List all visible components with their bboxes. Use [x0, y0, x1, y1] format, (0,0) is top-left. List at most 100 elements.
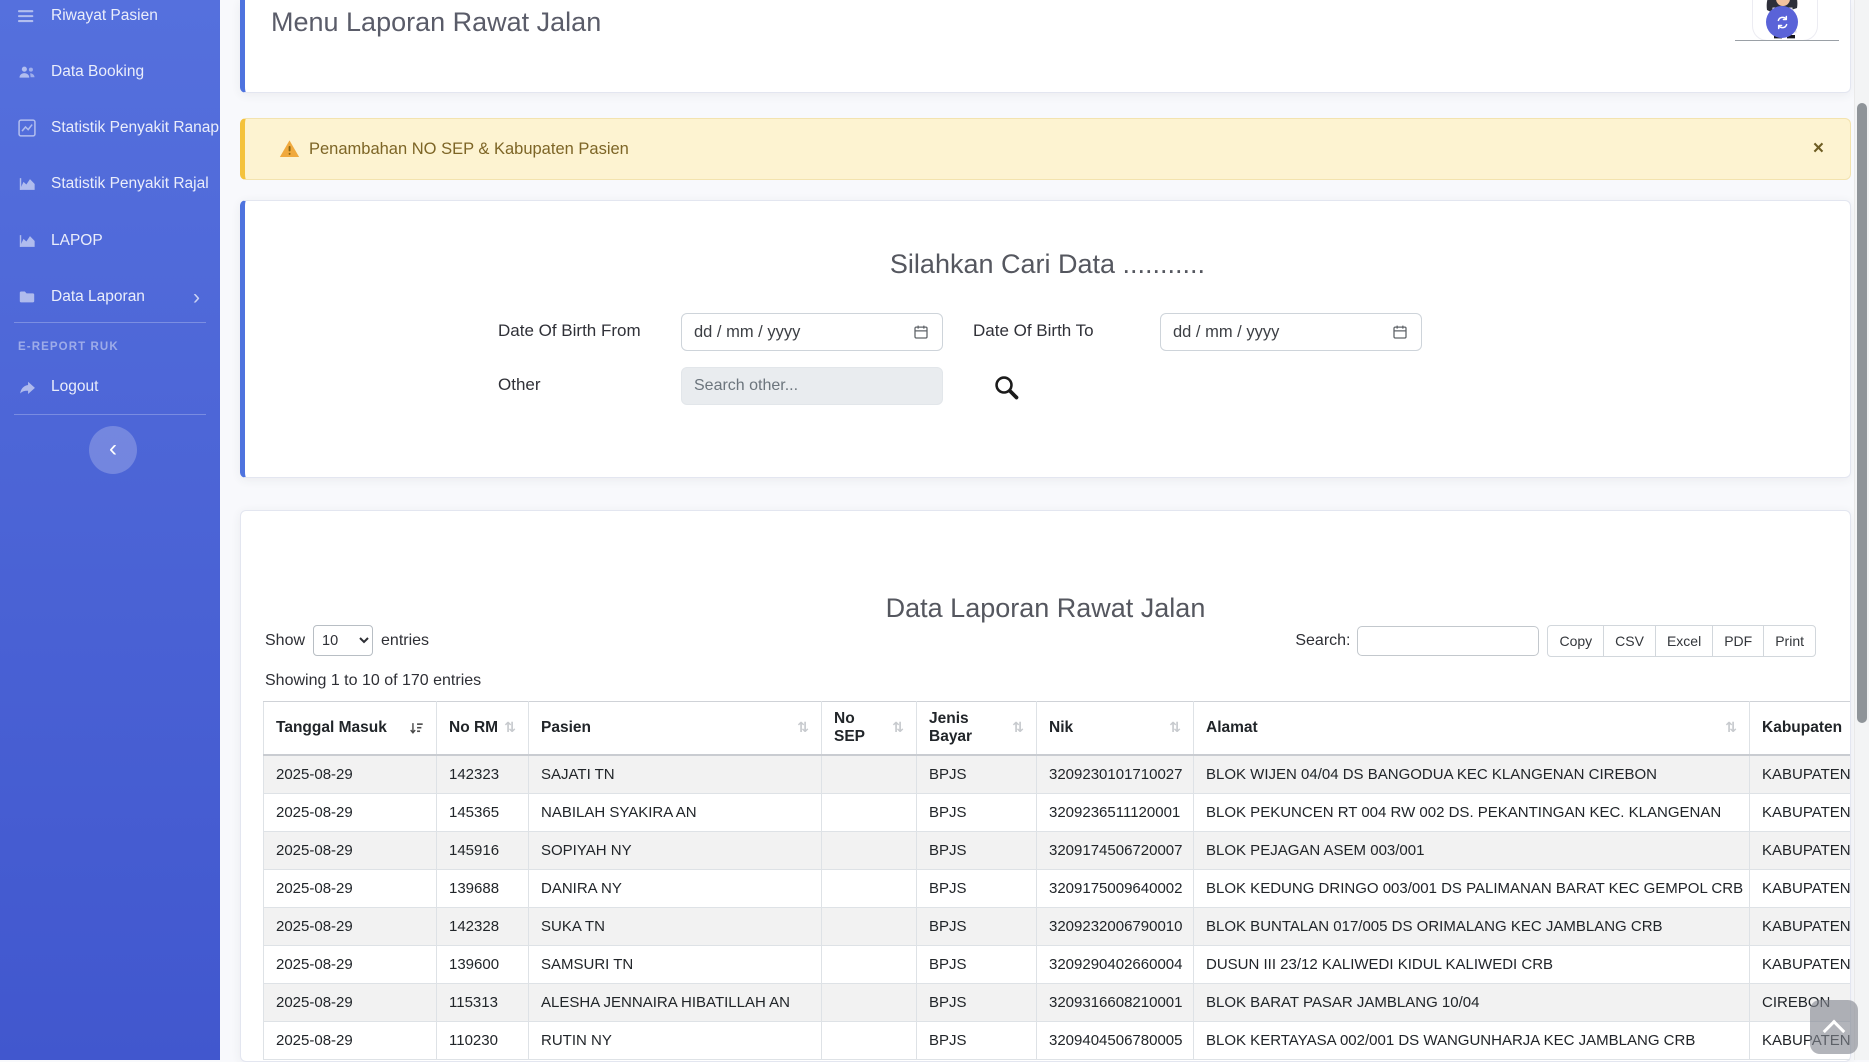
cell-pasien: SOPIYAH NY — [529, 832, 822, 870]
dob-from-label: Date Of Birth From — [498, 321, 641, 341]
export-print-button[interactable]: Print — [1763, 625, 1816, 657]
export-button-group: CopyCSVExcelPDFPrint — [1547, 625, 1816, 657]
cell-tanggal-masuk: 2025-08-29 — [264, 908, 437, 946]
sidebar-item-lapop[interactable]: LAPOP — [0, 213, 220, 269]
sidebar-divider — [14, 414, 206, 415]
column-label: Tanggal Masuk — [276, 719, 387, 737]
chevron-right-icon: › — [193, 287, 208, 308]
sort-icon: ⇅ — [886, 720, 904, 736]
sidebar-item-logout[interactable]: Logout — [0, 359, 220, 415]
table-search-input[interactable] — [1357, 626, 1539, 656]
sidebar-item-label: LAPOP — [51, 232, 103, 250]
cell-tanggal-masuk: 2025-08-29 — [264, 832, 437, 870]
table-search-and-export: Search: CopyCSVExcelPDFPrint — [1295, 625, 1816, 657]
chart-area-icon — [18, 232, 42, 250]
cell-tanggal-masuk: 2025-08-29 — [264, 984, 437, 1022]
cell-pasien: ALESHA JENNAIRA HIBATILLAH AN — [529, 984, 822, 1022]
sidebar-item-label: Data Booking — [51, 63, 144, 81]
calendar-icon[interactable] — [912, 323, 930, 341]
cell-kabupaten: KABUPATEN CIREBON — [1750, 946, 1851, 984]
export-csv-button[interactable]: CSV — [1603, 625, 1656, 657]
dob-from-input[interactable]: dd / mm / yyyy — [681, 313, 943, 351]
page-scrollbar-track[interactable] — [1854, 0, 1869, 1060]
cell-jenis-bayar: BPJS — [917, 984, 1037, 1022]
cell-pasien: SAJATI TN — [529, 755, 822, 794]
sort-icon: ⇅ — [1719, 720, 1737, 736]
sidebar-collapse-button[interactable]: ‹ — [89, 426, 137, 474]
sidebar-item-statistik-penyakit-rajal[interactable]: Statistik Penyakit Rajal — [0, 156, 220, 212]
export-copy-button[interactable]: Copy — [1547, 625, 1604, 657]
page-length-select[interactable]: 10 — [313, 625, 373, 656]
cell-tanggal-masuk: 2025-08-29 — [264, 1022, 437, 1060]
cell-alamat: BLOK PEJAGAN ASEM 003/001 — [1194, 832, 1750, 870]
cell-no-rm: 139688 — [437, 870, 529, 908]
sidebar-item-label: Statistik Penyakit Rajal — [51, 175, 209, 193]
cell-alamat: BLOK WIJEN 04/04 DS BANGODUA KEC KLANGEN… — [1194, 755, 1750, 794]
export-pdf-button[interactable]: PDF — [1712, 625, 1764, 657]
cell-nik: 3209404506780005 — [1037, 1022, 1194, 1060]
table-row: 2025-08-29115313ALESHA JENNAIRA HIBATILL… — [264, 984, 1851, 1022]
dob-to-input[interactable]: dd / mm / yyyy — [1160, 313, 1422, 351]
table-info: Showing 1 to 10 of 170 entries — [265, 672, 481, 690]
cell-kabupaten: KABUPATEN CIREBON — [1750, 832, 1851, 870]
cell-tanggal-masuk: 2025-08-29 — [264, 946, 437, 984]
sidebar: Riwayat Pasien Data Booking Statistik Peny… — [0, 0, 220, 1060]
search-submit-icon[interactable] — [992, 373, 1020, 401]
page-title: Menu Laporan Rawat Jalan — [271, 7, 601, 38]
cell-nik: 3209174506720007 — [1037, 832, 1194, 870]
table-row: 2025-08-29145916SOPIYAH NYBPJS3209174506… — [264, 832, 1851, 870]
calendar-icon[interactable] — [1391, 323, 1409, 341]
sidebar-item-statistik-penyakit-ranap[interactable]: Statistik Penyakit Ranap — [0, 100, 220, 156]
cell-no-rm: 142328 — [437, 908, 529, 946]
page-length-control: Show 10 entries — [265, 625, 429, 656]
chevron-up-icon — [1823, 1020, 1846, 1043]
column-label: Pasien — [541, 719, 591, 737]
cell-kabupaten: KABUPATEN CIREBON — [1750, 755, 1851, 794]
column-label: Jenis Bayar — [929, 710, 1006, 746]
cell-tanggal-masuk: 2025-08-29 — [264, 870, 437, 908]
cell-alamat: BLOK KERTAYASA 002/001 DS WANGUNHARJA KE… — [1194, 1022, 1750, 1060]
column-header-jenis-bayar[interactable]: Jenis Bayar⇅ — [917, 702, 1037, 756]
users-icon — [18, 63, 42, 81]
column-header-nik[interactable]: Nik⇅ — [1037, 702, 1194, 756]
export-excel-button[interactable]: Excel — [1655, 625, 1713, 657]
cell-no-sep — [822, 832, 917, 870]
table-header-row: Tanggal MasukNo RM⇅Pasien⇅No SEP⇅Jenis B… — [264, 702, 1851, 756]
scroll-to-top-button[interactable] — [1810, 1000, 1858, 1054]
column-header-pasien[interactable]: Pasien ⇅ — [529, 702, 822, 756]
cell-nik: 3209236511120001 — [1037, 794, 1194, 832]
cell-jenis-bayar: BPJS — [917, 946, 1037, 984]
sort-icon: ⇅ — [498, 720, 516, 736]
table-card-title: Data Laporan Rawat Jalan — [241, 593, 1850, 624]
column-header-no-sep[interactable]: No SEP⇅ — [822, 702, 917, 756]
cell-alamat: DUSUN III 23/12 KALIWEDI KIDUL KALIWEDI … — [1194, 946, 1750, 984]
folder-icon — [18, 288, 42, 306]
cell-jenis-bayar: BPJS — [917, 755, 1037, 794]
sort-icon: ⇅ — [791, 720, 809, 736]
cell-nik: 3209290402660004 — [1037, 946, 1194, 984]
column-header-no-rm[interactable]: No RM⇅ — [437, 702, 529, 756]
sidebar-item-riwayat-pasien[interactable]: Riwayat Pasien — [0, 0, 220, 44]
cell-no-sep — [822, 870, 917, 908]
sidebar-item-data-booking[interactable]: Data Booking — [0, 44, 220, 100]
date-placeholder: dd / mm / yyyy — [694, 323, 800, 342]
banner-close-button[interactable]: × — [1813, 138, 1824, 160]
cell-jenis-bayar: BPJS — [917, 908, 1037, 946]
sidebar-item-data-laporan[interactable]: Data Laporan › — [0, 269, 220, 325]
sidebar-item-label: Data Laporan — [51, 288, 145, 306]
table-row: 2025-08-29145365NABILAH SYAKIRA ANBPJS32… — [264, 794, 1851, 832]
page-scrollbar-thumb[interactable] — [1857, 103, 1867, 723]
sidebar-item-label: Logout — [51, 378, 98, 396]
sidebar-item-label: Riwayat Pasien — [51, 7, 158, 25]
sort-icon: ⇅ — [1006, 720, 1024, 736]
cell-no-rm: 115313 — [437, 984, 529, 1022]
sidebar-item-label: Statistik Penyakit Ranap — [51, 119, 219, 137]
column-header-kabupaten[interactable]: Kabupaten⇅ — [1750, 702, 1851, 756]
other-search-input[interactable] — [681, 367, 943, 405]
column-header-alamat[interactable]: Alamat⇅ — [1194, 702, 1750, 756]
page-header-card: Menu Laporan Rawat Jalan — [240, 0, 1851, 93]
cell-no-sep — [822, 1022, 917, 1060]
cell-no-sep — [822, 794, 917, 832]
chevron-left-icon: ‹ — [109, 437, 117, 461]
column-header-tanggal-masuk[interactable]: Tanggal Masuk — [264, 702, 437, 756]
